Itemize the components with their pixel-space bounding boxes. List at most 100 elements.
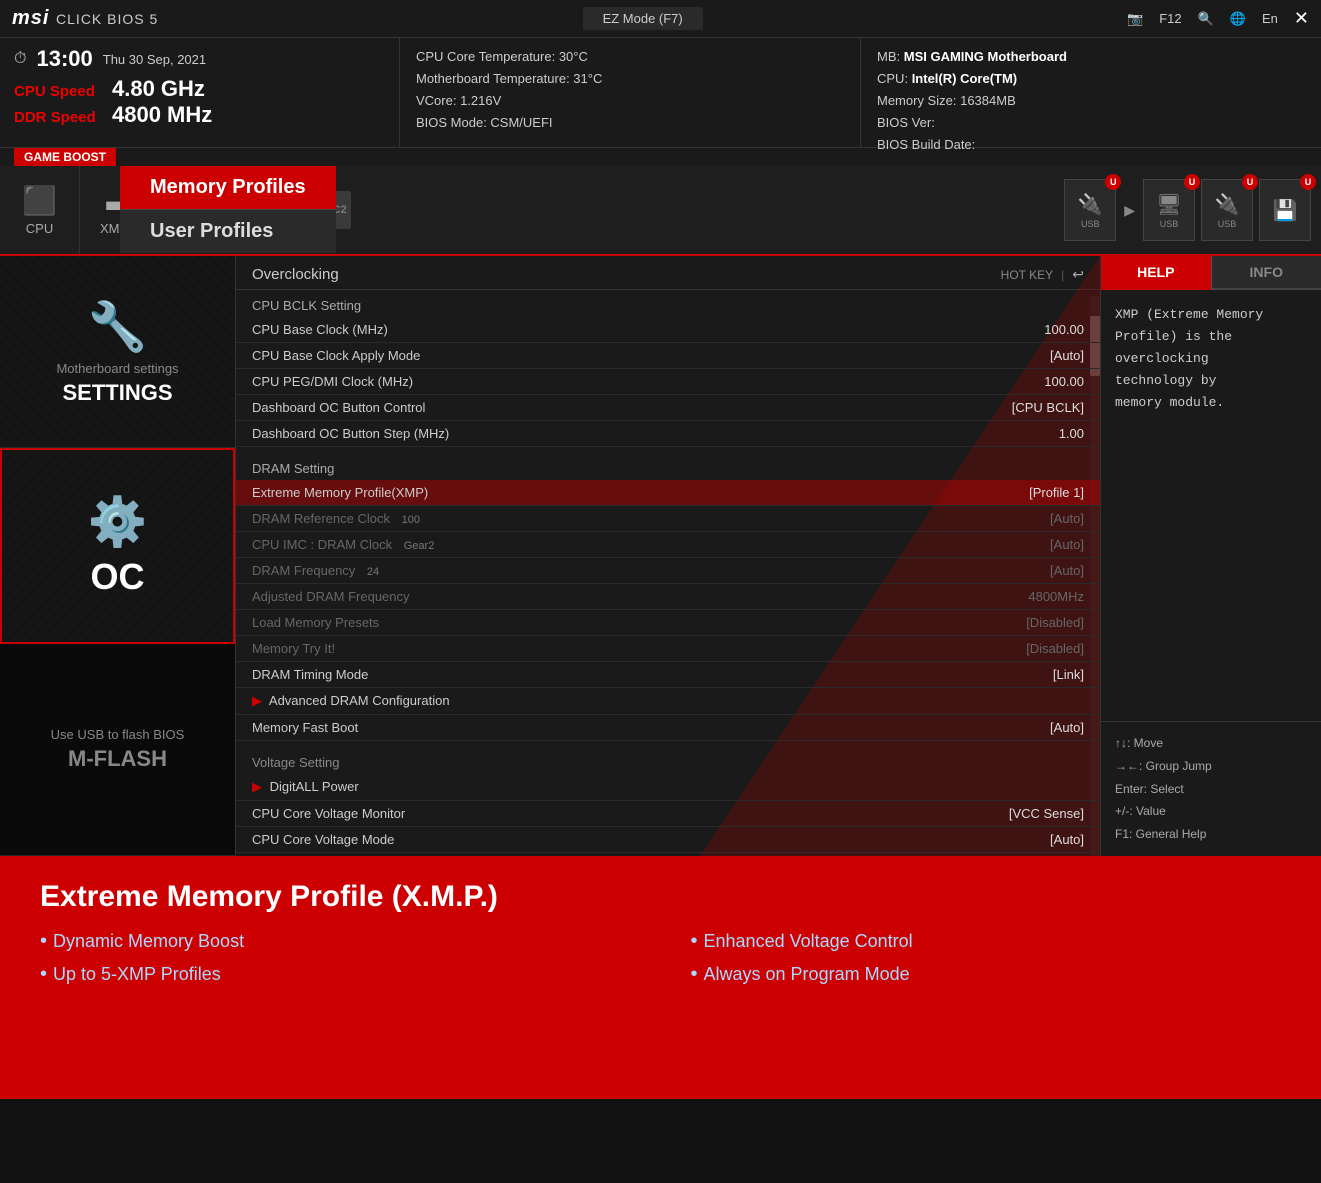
- usb-icon-3: 🔌: [1215, 192, 1240, 217]
- setting-xmp[interactable]: Extreme Memory Profile(XMP) [Profile 1]: [236, 480, 1100, 506]
- status-right: MB: MSI GAMING Motherboard CPU: Intel(R)…: [861, 38, 1321, 147]
- game-boost-tab[interactable]: GAME BOOST: [14, 148, 116, 166]
- help-line-1: XMP (Extreme Memory: [1115, 304, 1307, 326]
- bullet-4: •: [691, 963, 698, 986]
- ddr-speed-row: DDR Speed 4800 MHz: [14, 102, 385, 128]
- section-dram: DRAM Setting: [236, 453, 1100, 480]
- bottom-title: Extreme Memory Profile (X.M.P.): [40, 880, 1281, 914]
- sidebar-settings[interactable]: 🔧 Motherboard settings SETTINGS: [0, 256, 235, 448]
- setting-cpu-volt-mon[interactable]: CPU Core Voltage Monitor [VCC Sense]: [236, 801, 1100, 827]
- cpu-info: CPU: Intel(R) Core(TM): [877, 68, 1305, 90]
- hotkey-row: HOT KEY | ↩: [1001, 266, 1084, 283]
- mb-info: MB: MSI GAMING Motherboard: [877, 46, 1305, 68]
- mem-info: Memory Size: 16384MB: [877, 90, 1305, 112]
- usb-device-1[interactable]: U 🔌 USB: [1064, 179, 1116, 241]
- setting-cpu-peg-dmi[interactable]: CPU PEG/DMI Clock (MHz) 100.00: [236, 369, 1100, 395]
- usb-device-2[interactable]: U 🖥 USB: [1143, 179, 1195, 241]
- main-area: 🔧 Motherboard settings SETTINGS ⚙️ OC Us…: [0, 256, 1321, 856]
- help-line-2: Profile) is the: [1115, 326, 1307, 348]
- status-bar: ⏱ 13:00 Thu 30 Sep, 2021 CPU Speed 4.80 …: [0, 38, 1321, 148]
- cpu-icon: ⬛: [22, 184, 57, 217]
- speed-rows: CPU Speed 4.80 GHz DDR Speed 4800 MHz: [14, 76, 385, 128]
- feature-1: • Dynamic Memory Boost: [40, 930, 631, 953]
- left-sidebar: 🔧 Motherboard settings SETTINGS ⚙️ OC Us…: [0, 256, 235, 856]
- setting-cpu-base-apply[interactable]: CPU Base Clock Apply Mode [Auto]: [236, 343, 1100, 369]
- feature-label-1: Dynamic Memory Boost: [53, 931, 244, 952]
- bios-ver-label: BIOS Ver:: [877, 112, 1305, 134]
- bottom-section: Extreme Memory Profile (X.M.P.) • Dynami…: [0, 856, 1321, 1099]
- usb-device-3[interactable]: U 🔌 USB: [1201, 179, 1253, 241]
- mflash-content: Use USB to flash BIOS M-FLASH: [41, 717, 195, 782]
- vcore: VCore: 1.216V: [416, 90, 844, 112]
- sidebar-mflash[interactable]: Use USB to flash BIOS M-FLASH: [0, 644, 235, 856]
- cpu-label: CPU:: [877, 71, 908, 86]
- top-bar-right: 📷 F12 🔍 🌐 En ✕: [1127, 8, 1309, 29]
- search-icon[interactable]: 🔍: [1198, 11, 1214, 27]
- setting-load-mem-presets[interactable]: Load Memory Presets [Disabled]: [236, 610, 1100, 636]
- settings-content: 🔧 Motherboard settings SETTINGS: [46, 288, 188, 416]
- settings-table: CPU BCLK Setting CPU Base Clock (MHz) 10…: [236, 290, 1100, 853]
- setting-dashboard-oc-ctrl[interactable]: Dashboard OC Button Control [CPU BCLK]: [236, 395, 1100, 421]
- mem-label: Memory Size:: [877, 93, 956, 108]
- clock-icon: ⏱: [14, 50, 26, 68]
- setting-dram-timing[interactable]: DRAM Timing Mode [Link]: [236, 662, 1100, 688]
- section-voltage: Voltage Setting: [236, 747, 1100, 774]
- time-row: ⏱ 13:00 Thu 30 Sep, 2021: [14, 46, 385, 72]
- setting-dram-ref-clock[interactable]: DRAM Reference Clock 100 [Auto]: [236, 506, 1100, 532]
- feature-label-2: Enhanced Voltage Control: [704, 931, 913, 952]
- usb-badge-1: U: [1105, 174, 1121, 190]
- user-profiles-tab[interactable]: User Profiles: [120, 209, 336, 253]
- tab-help[interactable]: HELP: [1101, 256, 1211, 290]
- bios-build-label: BIOS Build Date:: [877, 134, 1305, 156]
- close-button[interactable]: ✕: [1294, 8, 1309, 29]
- setting-mem-try-it[interactable]: Memory Try It! [Disabled]: [236, 636, 1100, 662]
- feature-2: • Enhanced Voltage Control: [691, 930, 1282, 953]
- setting-mem-fast-boot[interactable]: Memory Fast Boot [Auto]: [236, 715, 1100, 741]
- setting-dashboard-oc-step[interactable]: Dashboard OC Button Step (MHz) 1.00: [236, 421, 1100, 447]
- setting-dram-freq[interactable]: DRAM Frequency 24 [Auto]: [236, 558, 1100, 584]
- usb-icons-area: U 🔌 USB ▶ U 🖥 USB U 🔌 USB U 💾: [1054, 166, 1321, 254]
- screenshot-icon[interactable]: 📷: [1127, 11, 1143, 27]
- undo-button[interactable]: ↩: [1072, 266, 1084, 283]
- lang-icon[interactable]: 🌐: [1230, 11, 1246, 27]
- setting-digitall[interactable]: ▶ DigitALL Power: [236, 774, 1100, 801]
- bullet-3: •: [40, 963, 47, 986]
- nav-bar: ⬛ CPU ▬▬ XMP Profile 1 2 OC1 OC2 Memory …: [0, 166, 1321, 256]
- status-middle: CPU Core Temperature: 30°C Motherboard T…: [400, 38, 861, 147]
- bullet-1: •: [40, 930, 47, 953]
- cpu-value: Intel(R) Core(TM): [912, 71, 1017, 86]
- time-display: 13:00: [36, 46, 92, 72]
- mflash-top-label: Use USB to flash BIOS: [51, 727, 185, 742]
- hotkey-sep: |: [1061, 268, 1064, 282]
- content-header: Overclocking HOT KEY | ↩: [236, 256, 1100, 290]
- setting-cpu-imc-dram[interactable]: CPU IMC : DRAM Clock Gear2 [Auto]: [236, 532, 1100, 558]
- f12-label[interactable]: F12: [1159, 11, 1181, 26]
- content-title: Overclocking: [252, 266, 339, 283]
- lang-label: En: [1262, 11, 1278, 26]
- usb-badge-4: U: [1300, 174, 1316, 190]
- sidebar-oc[interactable]: ⚙️ OC: [0, 448, 235, 643]
- help-controls: ↑↓: Move →←: Group Jump Enter: Select +/…: [1101, 721, 1321, 856]
- usb-label-3: USB: [1218, 219, 1237, 229]
- wrench-icon: 🔧: [56, 298, 178, 355]
- tab-info[interactable]: INFO: [1212, 256, 1321, 290]
- bullet-2: •: [691, 930, 698, 953]
- feature-3: • Up to 5-XMP Profiles: [40, 963, 631, 986]
- cpu-temp: CPU Core Temperature: 30°C: [416, 46, 844, 68]
- mflash-main-label: M-FLASH: [51, 746, 185, 772]
- setting-cpu-base-clock[interactable]: CPU Base Clock (MHz) 100.00: [236, 317, 1100, 343]
- right-tabs: HELP INFO: [1101, 256, 1321, 290]
- setting-cpu-volt-mode[interactable]: CPU Core Voltage Mode [Auto]: [236, 827, 1100, 853]
- center-content: Overclocking HOT KEY | ↩ CPU BCLK Settin…: [235, 256, 1101, 856]
- cpu-speed-row: CPU Speed 4.80 GHz: [14, 76, 385, 102]
- ez-mode-button[interactable]: EZ Mode (F7): [583, 7, 703, 30]
- nav-cpu[interactable]: ⬛ CPU: [0, 166, 80, 254]
- usb-device-4[interactable]: U 💾: [1259, 179, 1311, 241]
- mb-value: MSI GAMING Motherboard: [904, 49, 1067, 64]
- setting-adv-dram[interactable]: ▶ Advanced DRAM Configuration: [236, 688, 1100, 715]
- memory-profiles-tab[interactable]: Memory Profiles: [120, 166, 336, 209]
- logo: msi CLICK BIOS 5: [12, 7, 158, 30]
- bios-mode: BIOS Mode: CSM/UEFI: [416, 112, 844, 134]
- usb-icon-1: 🔌: [1078, 192, 1103, 217]
- ctrl-select: Enter: Select: [1115, 778, 1307, 801]
